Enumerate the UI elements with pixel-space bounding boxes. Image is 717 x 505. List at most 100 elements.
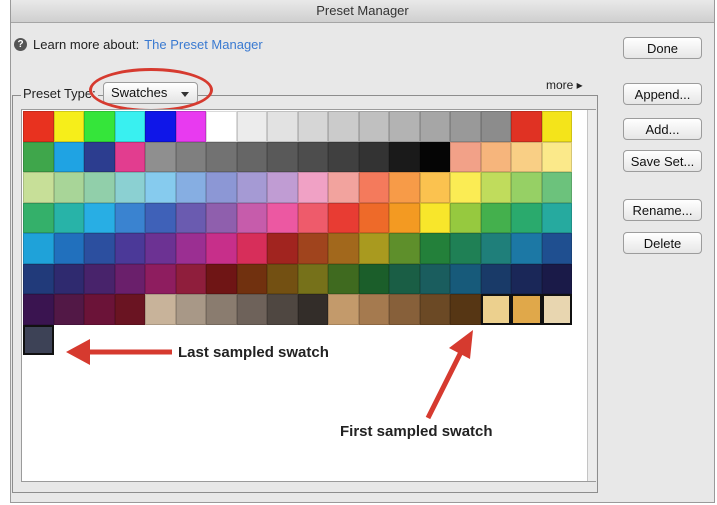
swatch[interactable] (358, 263, 389, 294)
swatch[interactable] (450, 172, 481, 203)
swatch[interactable] (511, 294, 542, 325)
swatch[interactable] (84, 172, 115, 203)
swatch[interactable] (206, 141, 237, 172)
swatch[interactable] (480, 202, 511, 233)
swatch[interactable] (23, 233, 54, 264)
swatch[interactable] (541, 141, 572, 172)
swatch[interactable] (389, 111, 420, 142)
swatch[interactable] (175, 172, 206, 203)
swatch[interactable] (236, 294, 267, 325)
swatch[interactable] (480, 172, 511, 203)
swatch[interactable] (450, 263, 481, 294)
swatch[interactable] (114, 263, 145, 294)
swatch[interactable] (236, 172, 267, 203)
swatch[interactable] (23, 202, 54, 233)
swatch[interactable] (53, 172, 84, 203)
swatch[interactable] (450, 202, 481, 233)
swatch[interactable] (236, 263, 267, 294)
swatch[interactable] (297, 263, 328, 294)
swatch[interactable] (389, 141, 420, 172)
swatch[interactable] (419, 233, 450, 264)
swatch[interactable] (114, 141, 145, 172)
swatch[interactable] (297, 111, 328, 142)
swatch[interactable] (84, 111, 115, 142)
swatch[interactable] (541, 294, 572, 325)
swatch[interactable] (23, 294, 54, 325)
delete-button[interactable]: Delete (623, 232, 702, 254)
swatch[interactable] (84, 233, 115, 264)
swatch[interactable] (53, 141, 84, 172)
swatch[interactable] (297, 141, 328, 172)
swatch[interactable] (206, 294, 237, 325)
swatch[interactable] (511, 233, 542, 264)
swatch[interactable] (389, 263, 420, 294)
swatch[interactable] (267, 263, 298, 294)
swatch[interactable] (511, 111, 542, 142)
swatch[interactable] (175, 294, 206, 325)
swatch[interactable] (541, 202, 572, 233)
append-button[interactable]: Append... (623, 83, 702, 105)
swatch[interactable] (236, 202, 267, 233)
swatch[interactable] (480, 141, 511, 172)
swatch[interactable] (53, 111, 84, 142)
swatch[interactable] (236, 141, 267, 172)
swatch[interactable] (419, 202, 450, 233)
swatch[interactable] (175, 202, 206, 233)
swatch[interactable] (358, 111, 389, 142)
swatch[interactable] (23, 263, 54, 294)
swatch[interactable] (480, 233, 511, 264)
swatch[interactable] (358, 202, 389, 233)
swatch[interactable] (358, 233, 389, 264)
swatch[interactable] (114, 294, 145, 325)
swatch[interactable] (511, 202, 542, 233)
swatch[interactable] (206, 263, 237, 294)
swatch[interactable] (267, 111, 298, 142)
swatch[interactable] (53, 294, 84, 325)
swatch[interactable] (389, 202, 420, 233)
swatch[interactable] (358, 294, 389, 325)
swatch[interactable] (480, 111, 511, 142)
swatch[interactable] (511, 263, 542, 294)
swatch[interactable] (419, 294, 450, 325)
swatch[interactable] (145, 172, 176, 203)
swatch[interactable] (23, 111, 54, 142)
swatch[interactable] (541, 172, 572, 203)
swatch[interactable] (206, 111, 237, 142)
swatch[interactable] (145, 141, 176, 172)
done-button[interactable]: Done (623, 37, 702, 59)
more-menu[interactable]: more ▸ (546, 78, 583, 92)
swatch[interactable] (541, 111, 572, 142)
swatch[interactable] (419, 263, 450, 294)
swatch[interactable] (541, 233, 572, 264)
swatch[interactable] (450, 111, 481, 142)
swatch[interactable] (541, 263, 572, 294)
swatch[interactable] (114, 172, 145, 203)
swatch[interactable] (419, 111, 450, 142)
swatch[interactable] (114, 233, 145, 264)
swatch[interactable] (267, 202, 298, 233)
swatch[interactable] (358, 141, 389, 172)
swatch[interactable] (53, 233, 84, 264)
scrollbar[interactable] (587, 110, 596, 481)
swatch[interactable] (145, 111, 176, 142)
swatch[interactable] (297, 202, 328, 233)
swatch[interactable] (450, 233, 481, 264)
swatch[interactable] (511, 141, 542, 172)
swatch[interactable] (328, 141, 359, 172)
swatch[interactable] (297, 294, 328, 325)
swatch[interactable] (389, 294, 420, 325)
swatch[interactable] (145, 263, 176, 294)
swatch[interactable] (84, 141, 115, 172)
swatch[interactable] (480, 263, 511, 294)
swatch[interactable] (206, 233, 237, 264)
swatch[interactable] (419, 141, 450, 172)
swatch[interactable] (328, 172, 359, 203)
swatch[interactable] (145, 202, 176, 233)
preset-manager-help-link[interactable]: The Preset Manager (144, 37, 263, 52)
swatch[interactable] (389, 172, 420, 203)
swatch[interactable] (267, 141, 298, 172)
swatch[interactable] (328, 294, 359, 325)
swatch[interactable] (389, 233, 420, 264)
swatch[interactable] (84, 202, 115, 233)
swatch[interactable] (53, 202, 84, 233)
